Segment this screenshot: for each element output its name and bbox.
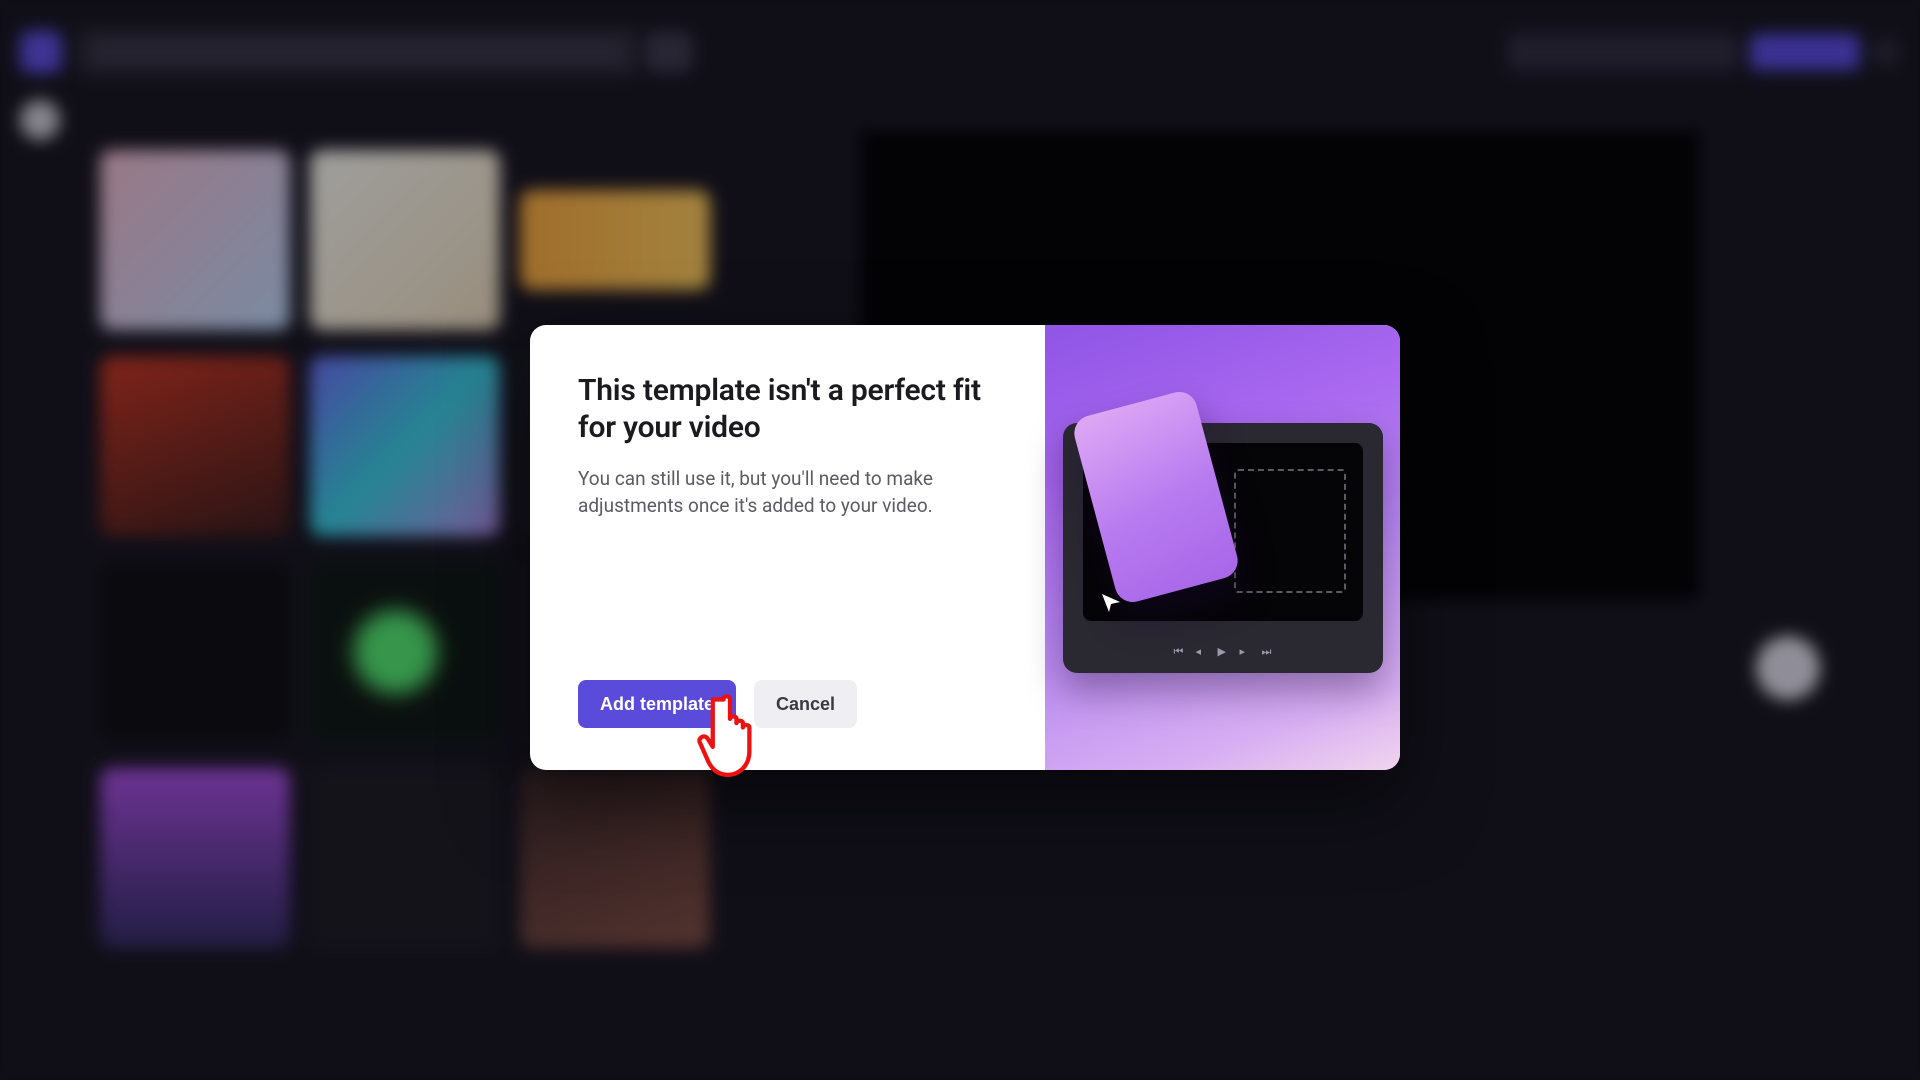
skip-end-icon: ⏭ xyxy=(1262,647,1272,657)
add-template-button[interactable]: Add template xyxy=(578,680,736,728)
dialog-body: You can still use it, but you'll need to… xyxy=(578,466,958,520)
editor-mock-icon: ⏮ ◂ ▶ ▸ ⏭ xyxy=(1063,423,1383,673)
dialog-illustration: ⏮ ◂ ▶ ▸ ⏭ xyxy=(1045,325,1400,770)
template-fit-dialog: This template isn't a perfect fit for yo… xyxy=(530,325,1400,770)
placeholder-slot-icon xyxy=(1234,469,1346,594)
play-icon: ▶ xyxy=(1218,647,1228,657)
dialog-actions: Add template Cancel xyxy=(578,680,997,728)
next-icon: ▸ xyxy=(1240,647,1250,657)
dialog-content: This template isn't a perfect fit for yo… xyxy=(530,325,1045,770)
dialog-title: This template isn't a perfect fit for yo… xyxy=(578,373,997,446)
cancel-button[interactable]: Cancel xyxy=(754,680,857,728)
editor-controls: ⏮ ◂ ▶ ▸ ⏭ xyxy=(1063,647,1383,657)
prev-icon: ◂ xyxy=(1196,647,1206,657)
skip-start-icon: ⏮ xyxy=(1174,647,1184,657)
